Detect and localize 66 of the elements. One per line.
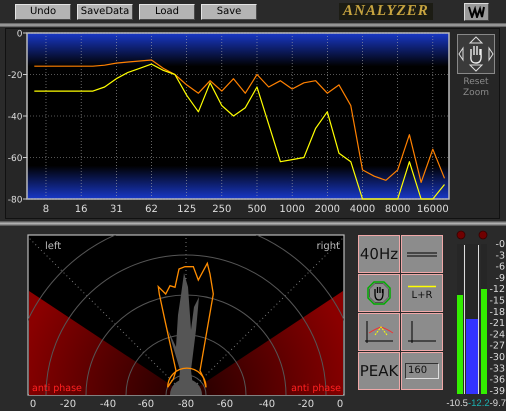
line-style-button[interactable] [401, 235, 443, 273]
hand-pan-icon[interactable] [457, 34, 495, 74]
axis-label: -80 [178, 399, 194, 410]
axis-label: -20 [60, 399, 76, 410]
axis-label: 62 [145, 204, 158, 215]
peak-curve-icon [363, 319, 395, 345]
zigzag-icon [468, 6, 485, 18]
axis-label: 250 [212, 204, 232, 215]
scale-label: -6 [496, 262, 505, 273]
scale-label: -15 [489, 296, 505, 306]
axis-label: 8 [42, 204, 50, 215]
hand-stop-icon [367, 281, 391, 305]
axis-label: -60 [138, 399, 154, 410]
scale-label: -0 [496, 239, 505, 250]
toolbar-button[interactable]: Load [139, 4, 195, 20]
axis-label: 125 [177, 204, 196, 215]
axis-label: -60 [216, 399, 234, 410]
scale-label: -24 [489, 329, 505, 340]
toolbar-button[interactable]: Save [201, 4, 257, 20]
axis-label: 31 [110, 204, 123, 215]
axis-label: -60 [8, 154, 22, 164]
axis-label: 2000 [314, 204, 340, 215]
axis-label: 4000 [350, 204, 376, 215]
number-field[interactable]: 160 [405, 363, 439, 379]
axis-label: -20 [298, 399, 314, 410]
axis-label: -40 [100, 399, 116, 410]
channel-label: right [316, 241, 340, 252]
level-reading: -10.5 [446, 398, 468, 409]
scale-label: -36 [489, 374, 505, 386]
scale-label: -18 [489, 306, 505, 318]
axis-label: -40 [8, 112, 22, 122]
scale-label: -39 [489, 386, 505, 397]
axis-label: 1000 [279, 204, 305, 215]
logo-button[interactable] [464, 2, 489, 20]
level-reading: -9.7 [490, 398, 506, 409]
mode-button[interactable]: PEAK [358, 352, 400, 390]
scale-label: -33 [489, 363, 505, 374]
scale-label: -27 [489, 340, 505, 352]
toolbar-button[interactable]: SaveData [77, 4, 133, 20]
axes-view-button[interactable] [401, 313, 443, 351]
axis-label: 0 [336, 399, 344, 410]
axis-label: -20 [8, 71, 22, 81]
axes-icon [406, 319, 438, 345]
scale-label: -21 [489, 318, 505, 330]
hold-button[interactable] [358, 274, 400, 312]
axis-label: 16 [74, 204, 88, 215]
scale-label: -3 [496, 250, 505, 262]
curve-view-button[interactable] [358, 313, 400, 351]
axis-label: 0 [16, 30, 22, 40]
axis-label: -80 [8, 196, 22, 206]
axis-label: 8000 [384, 204, 410, 215]
scale-label: -30 [489, 352, 505, 363]
scale-label: -12 [489, 284, 505, 296]
double-line-icon [407, 252, 437, 256]
toolbar-button[interactable]: Undo [15, 4, 71, 20]
line-icon [408, 285, 436, 288]
axis-label: 500 [247, 204, 267, 215]
axis-label: 0 [30, 399, 36, 410]
scale-label: -9 [496, 272, 505, 284]
mode-button[interactable]: 40Hz [358, 235, 400, 273]
app-title: ANALYZER [339, 3, 433, 20]
axis-label: -40 [258, 399, 276, 410]
channel-label: left [45, 241, 62, 252]
channel-mode-button[interactable]: L+R [401, 274, 443, 312]
level-reading: -12.2 [468, 398, 490, 409]
axis-label: 16000 [416, 204, 449, 215]
